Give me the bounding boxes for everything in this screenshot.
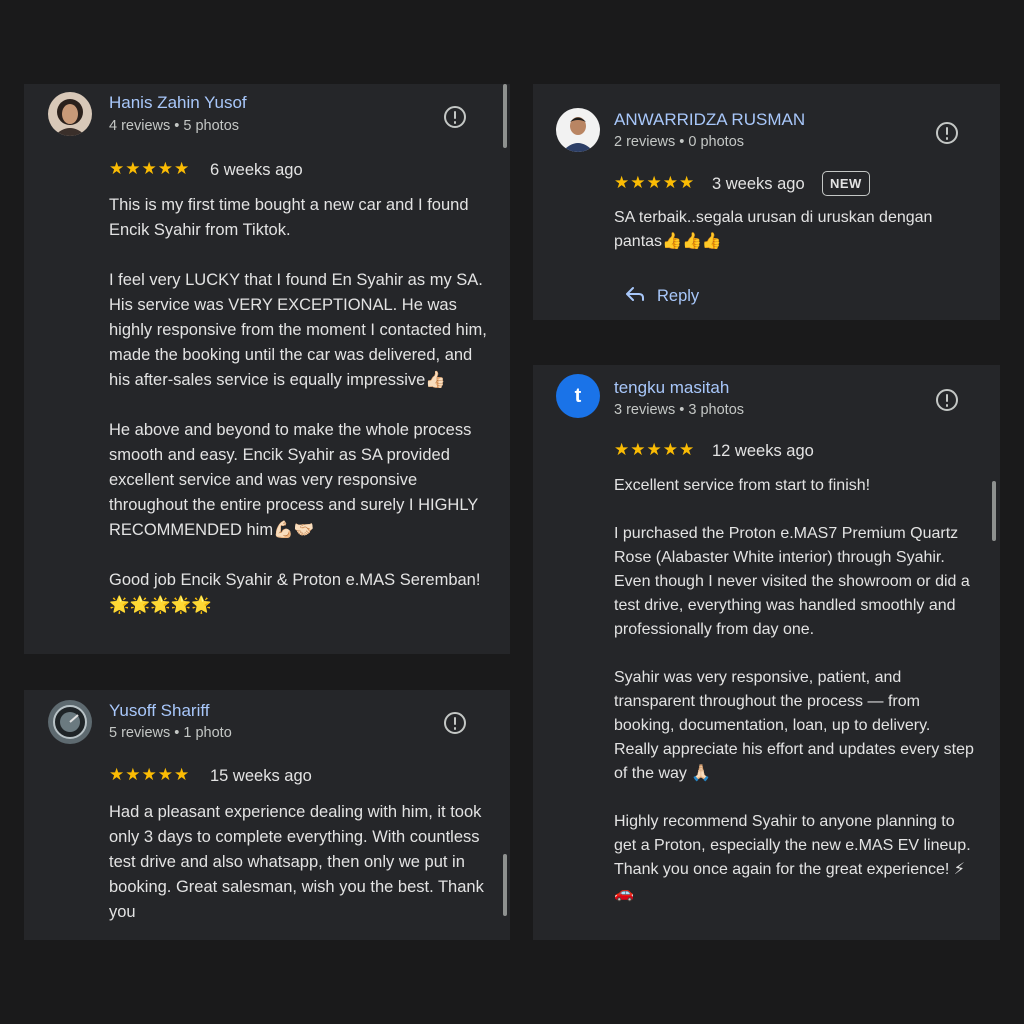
star-rating: ★★★★★	[109, 765, 191, 784]
star-rating: ★★★★★	[614, 440, 696, 459]
new-badge: NEW	[822, 171, 870, 196]
review-card: Hanis Zahin Yusof 4 reviews • 5 photos ★…	[24, 84, 510, 654]
reviewer-name[interactable]: ANWARRIDZA RUSMAN	[614, 110, 805, 130]
reviewer-meta: 5 reviews • 1 photo	[109, 725, 232, 741]
star-rating: ★★★★★	[109, 159, 191, 178]
review-date: 6 weeks ago	[210, 161, 303, 179]
report-flag-icon[interactable]	[444, 712, 466, 734]
review-text: Had a pleasant experience dealing with h…	[109, 803, 484, 921]
reviewer-meta: 3 reviews • 3 photos	[614, 402, 745, 418]
review-card: Yusoff Shariff 5 reviews • 1 photo ★★★★★…	[24, 690, 510, 940]
scrollbar[interactable]	[992, 481, 996, 541]
review-text: This is my first time bought a new car a…	[109, 196, 487, 614]
scrollbar[interactable]	[503, 84, 507, 148]
star-rating: ★★★★★	[614, 173, 696, 192]
review-text: Excellent service from start to finish! …	[614, 477, 974, 902]
review-card: ANWARRIDZA RUSMAN 2 reviews • 0 photos ★…	[533, 84, 1000, 320]
avatar[interactable]	[556, 108, 600, 152]
avatar[interactable]: t	[556, 374, 600, 418]
report-flag-icon[interactable]	[936, 389, 958, 411]
avatar[interactable]	[48, 92, 92, 136]
review-date: 12 weeks ago	[712, 442, 814, 460]
reviewer-meta: 4 reviews • 5 photos	[109, 118, 240, 134]
avatar-letter: t	[574, 384, 582, 407]
avatar[interactable]	[48, 700, 92, 744]
reviewer-name[interactable]: Yusoff Shariff	[109, 701, 210, 721]
reviewer-name[interactable]: Hanis Zahin Yusof	[109, 93, 247, 113]
scrollbar[interactable]	[503, 854, 507, 916]
review-text: SA terbaik..segala urusan di uruskan den…	[614, 209, 933, 250]
report-flag-icon[interactable]	[936, 122, 958, 144]
reply-button[interactable]: Reply	[625, 286, 699, 307]
review-date: 3 weeks ago	[712, 175, 805, 193]
reply-label: Reply	[657, 287, 700, 305]
reviewer-meta: 2 reviews • 0 photos	[614, 134, 745, 150]
review-date: 15 weeks ago	[210, 767, 312, 785]
reply-arrow-icon	[625, 286, 645, 307]
report-flag-icon[interactable]	[444, 106, 466, 128]
review-card: t tengku masitah 3 reviews • 3 photos ★★…	[533, 365, 1000, 940]
reviewer-name[interactable]: tengku masitah	[614, 378, 729, 398]
